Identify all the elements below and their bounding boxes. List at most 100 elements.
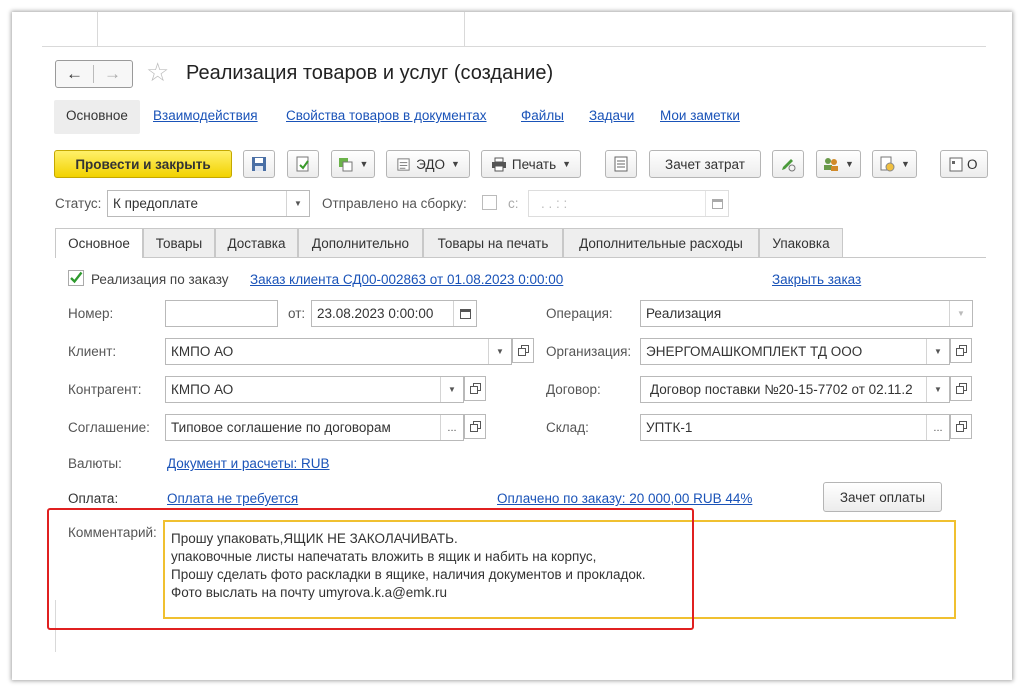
print-button[interactable]: Печать ▼ [481, 150, 581, 178]
topnav-main[interactable]: Основное [66, 108, 128, 123]
payment-offset-button[interactable]: Зачет оплаты [823, 482, 942, 512]
agreement-value: Типовое соглашение по договорам [171, 420, 391, 435]
client-field[interactable]: КМПО АО ▼ [165, 338, 512, 365]
post-and-close-button[interactable]: Провести и закрыть [54, 150, 232, 178]
open-window-icon [469, 421, 481, 432]
topnav-notes[interactable]: Мои заметки [660, 108, 740, 123]
top-divider [42, 46, 986, 47]
select-dots-icon[interactable]: ... [440, 415, 463, 440]
agreement-open-button[interactable] [464, 414, 486, 439]
payment-link[interactable]: Оплата не требуется [167, 491, 298, 506]
list-report-icon [614, 156, 628, 172]
organization-field[interactable]: ЭНЕРГОМАШКОМПЛЕКТ ТД ООО ▼ [640, 338, 950, 365]
open-window-icon [955, 383, 967, 394]
warehouse-field[interactable]: УПТК-1 ... [640, 414, 950, 441]
agreement-field[interactable]: Типовое соглашение по договорам ... [165, 414, 464, 441]
dropdown-arrow-icon: ▼ [450, 159, 460, 169]
forward-arrow-icon[interactable]: → [94, 61, 131, 87]
document-clock-icon [880, 156, 895, 172]
customer-order-link[interactable]: Заказ клиента СД00-002863 от 01.08.2023 … [250, 272, 563, 287]
tab-print-goods[interactable]: Товары на печать [423, 228, 563, 257]
contract-open-button[interactable] [950, 376, 972, 401]
post-document-icon [296, 156, 309, 172]
users-button[interactable]: ▼ [816, 150, 861, 178]
close-order-link[interactable]: Закрыть заказ [772, 272, 861, 287]
tab-main[interactable]: Основное [55, 228, 143, 258]
dropdown-arrow-icon[interactable]: ▼ [926, 339, 949, 364]
attachments-button[interactable]: ▼ [872, 150, 917, 178]
top-divider-v1 [97, 12, 98, 46]
dropdown-arrow-icon[interactable]: ▼ [488, 339, 511, 364]
sent-to-assembly-label: Отправлено на сборку: [322, 196, 467, 211]
client-open-button[interactable] [512, 338, 534, 363]
edo-label: ЭДО [416, 156, 445, 172]
contract-field[interactable]: Договор поставки №20-15-7702 от 02.11.2 … [640, 376, 950, 403]
paid-by-order-link[interactable]: Оплачено по заказу: 20 000,00 RUB 44% [497, 491, 752, 506]
dropdown-arrow-icon: ▼ [359, 159, 369, 169]
dropdown-arrow-icon: ▼ [562, 159, 572, 169]
contract-label: Договор: [546, 382, 601, 397]
agreement-label: Соглашение: [68, 420, 150, 435]
topnav-tasks[interactable]: Задачи [589, 108, 634, 123]
create-based-on-button[interactable]: ▼ [331, 150, 375, 178]
sent-date-placeholder: . . : : [541, 196, 568, 211]
open-window-icon [517, 345, 529, 356]
topnav-product-properties[interactable]: Свойства товаров в документах [286, 108, 487, 123]
dropdown-arrow-icon[interactable]: ▼ [440, 377, 463, 402]
organization-value: ЭНЕРГОМАШКОМПЛЕКТ ТД ООО [646, 344, 863, 359]
back-arrow-icon[interactable]: ← [56, 61, 93, 87]
dropdown-arrow-icon[interactable]: ▼ [286, 191, 309, 216]
tabs-bottom-line [143, 257, 986, 258]
save-button[interactable] [243, 150, 275, 178]
tab-additional[interactable]: Дополнительно [298, 228, 423, 257]
tab-extra-costs[interactable]: Дополнительные расходы [563, 228, 759, 257]
edo-button[interactable]: ЭДО ▼ [386, 150, 470, 178]
printer-icon [491, 157, 506, 171]
report-button[interactable] [605, 150, 637, 178]
date-field[interactable]: 23.08.2023 0:00:00 [311, 300, 477, 327]
tab-goods[interactable]: Товары [143, 228, 215, 257]
post-button[interactable] [287, 150, 319, 178]
order-checkbox[interactable] [68, 270, 84, 286]
operation-select[interactable]: Реализация ▼ [640, 300, 973, 327]
dropdown-arrow-icon[interactable]: ▼ [949, 301, 972, 326]
users-icon [824, 158, 839, 171]
status-select[interactable]: К предоплате ▼ [107, 190, 310, 217]
sent-to-assembly-checkbox[interactable] [482, 195, 497, 210]
currency-link[interactable]: Документ и расчеты: RUB [167, 456, 330, 471]
warehouse-open-button[interactable] [950, 414, 972, 439]
window-title: Реализация товаров и услуг (создание) [186, 62, 554, 84]
more-button[interactable]: О [940, 150, 988, 178]
sent-date-field[interactable]: . . : : [528, 190, 729, 217]
topnav-interactions[interactable]: Взаимодействия [153, 108, 258, 123]
calendar-icon[interactable] [453, 301, 476, 326]
warehouse-value: УПТК-1 [646, 420, 693, 435]
more-label: О [967, 156, 978, 172]
dropdown-arrow-icon: ▼ [845, 159, 854, 169]
checkmark-icon [68, 270, 84, 286]
tab-packaging[interactable]: Упаковка [759, 228, 843, 257]
number-field[interactable] [165, 300, 278, 327]
select-dots-icon[interactable]: ... [926, 415, 949, 440]
calendar-icon[interactable] [705, 191, 728, 216]
edo-icon [397, 157, 410, 171]
contract-value: Договор поставки №20-15-7702 от 02.11.2 [650, 382, 913, 397]
dropdown-arrow-icon[interactable]: ▼ [926, 377, 949, 402]
contractor-field[interactable]: КМПО АО ▼ [165, 376, 464, 403]
create-based-icon [338, 158, 353, 172]
cost-offset-button[interactable]: Зачет затрат [649, 150, 761, 178]
warehouse-label: Склад: [546, 420, 589, 435]
contractor-open-button[interactable] [464, 376, 486, 401]
save-icon [252, 157, 266, 171]
pen-sign-icon [782, 159, 796, 172]
contractor-value: КМПО АО [171, 382, 234, 397]
organization-open-button[interactable] [950, 338, 972, 363]
highlight-box [47, 508, 694, 630]
favorite-star-icon[interactable]: ☆ [146, 58, 169, 86]
contractor-label: Контрагент: [68, 382, 142, 397]
sign-button[interactable] [772, 150, 804, 178]
tab-delivery[interactable]: Доставка [215, 228, 298, 257]
client-value: КМПО АО [171, 344, 234, 359]
open-window-icon [955, 421, 967, 432]
topnav-files[interactable]: Файлы [521, 108, 564, 123]
